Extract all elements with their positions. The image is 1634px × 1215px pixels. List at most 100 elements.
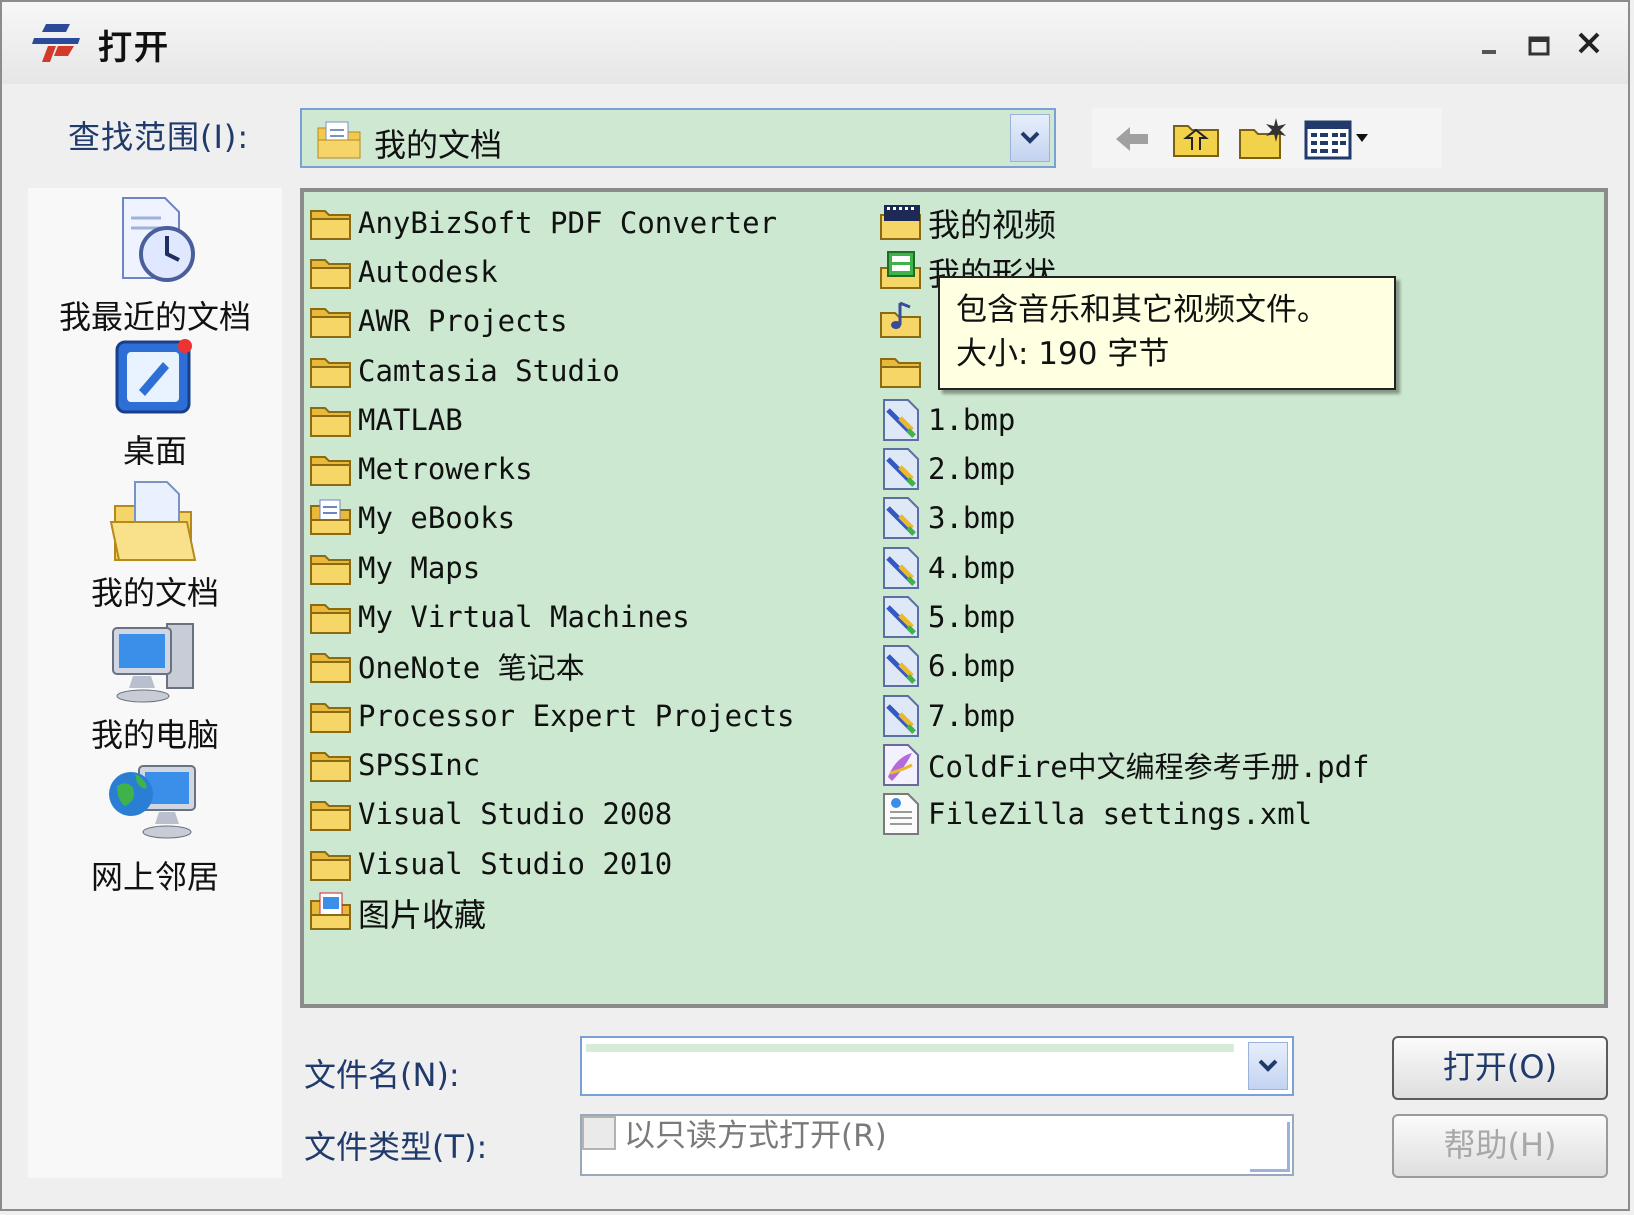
- file-list-item[interactable]: 2.bmp: [878, 444, 1578, 493]
- place-recent[interactable]: 我最近的文档: [28, 194, 282, 338]
- file-list-item[interactable]: Metrowerks: [308, 444, 868, 493]
- file-list-item[interactable]: Visual Studio 2008: [308, 790, 868, 839]
- file-list-item[interactable]: 我的视频: [878, 198, 1578, 247]
- file-name: 1.bmp: [928, 402, 1016, 437]
- recent-documents-icon: [122, 197, 195, 282]
- file-list-item[interactable]: 6.bmp: [878, 642, 1578, 691]
- minimize-button[interactable]: [1474, 28, 1508, 62]
- look-in-dropdown-button[interactable]: [1010, 114, 1050, 162]
- look-in-label: 查找范围(I):: [68, 118, 250, 156]
- place-my-computer[interactable]: 我的电脑: [28, 618, 282, 756]
- file-name: My Maps: [358, 550, 481, 585]
- navigation-toolbar: [1092, 108, 1442, 168]
- file-list-item[interactable]: OneNote 笔记本: [308, 642, 868, 691]
- file-list-item[interactable]: 图片收藏: [308, 888, 868, 937]
- new-folder-button[interactable]: [1236, 116, 1288, 162]
- place-my-computer-label: 我的电脑: [90, 716, 219, 754]
- file-list-item[interactable]: 3.bmp: [878, 494, 1578, 543]
- bmp-file-icon: [878, 398, 924, 442]
- look-in-value: 我的文档: [374, 126, 503, 164]
- file-list-item[interactable]: Visual Studio 2010: [308, 839, 868, 888]
- filename-combo[interactable]: [580, 1036, 1294, 1096]
- back-arrow-icon: [1116, 127, 1148, 151]
- filename-label: 文件名(N):: [304, 1056, 460, 1094]
- my-documents-icon: [109, 481, 197, 561]
- desktop-icon: [115, 339, 192, 414]
- window-title: 打开: [98, 28, 170, 68]
- readonly-label: 以只读方式打开(R): [624, 1118, 887, 1154]
- file-name: ColdFire中文编程参考手册.pdf: [928, 749, 1370, 784]
- file-name: Visual Studio 2008: [358, 797, 673, 832]
- file-list-item[interactable]: My eBooks: [308, 494, 868, 543]
- app-logo-icon: [28, 20, 84, 68]
- file-name: Autodesk: [358, 254, 498, 289]
- file-list-item[interactable]: Autodesk: [308, 247, 868, 296]
- close-button[interactable]: [1574, 28, 1608, 62]
- back-button[interactable]: [1106, 116, 1158, 162]
- pdf-file-icon: [878, 743, 924, 787]
- file-list-item[interactable]: ColdFire中文编程参考手册.pdf: [878, 740, 1578, 789]
- file-list-item[interactable]: 5.bmp: [878, 592, 1578, 641]
- file-name: Metrowerks: [358, 452, 533, 487]
- bmp-file-icon: [878, 546, 924, 590]
- file-list-item[interactable]: AnyBizSoft PDF Converter: [308, 198, 868, 247]
- folder-icon: [308, 299, 354, 343]
- bmp-file-icon: [878, 496, 924, 540]
- readonly-checkbox-row[interactable]: 以只读方式打开(R): [582, 1110, 887, 1155]
- shapes-folder-icon: [878, 250, 924, 294]
- place-my-documents[interactable]: 我的文档: [28, 476, 282, 614]
- pictures-folder-icon: [308, 891, 354, 935]
- file-name: 2.bmp: [928, 452, 1016, 487]
- place-network-label: 网上邻居: [90, 858, 219, 896]
- bmp-file-icon: [878, 447, 924, 491]
- file-name: 图片收藏: [358, 895, 487, 934]
- up-one-level-button[interactable]: [1170, 116, 1222, 162]
- file-name: Visual Studio 2010: [358, 846, 673, 881]
- file-list-item[interactable]: Camtasia Studio: [308, 346, 868, 395]
- file-name: OneNote 笔记本: [358, 651, 585, 686]
- file-name: AnyBizSoft PDF Converter: [358, 205, 778, 240]
- file-list-item[interactable]: My Virtual Machines: [308, 592, 868, 641]
- maximize-button[interactable]: [1524, 28, 1558, 62]
- file-name: FileZilla settings.xml: [928, 797, 1313, 832]
- places-bar: 我最近的文档 桌面 我的文档 我的电脑 网上邻居: [28, 188, 282, 1178]
- title-bar[interactable]: 打开: [2, 2, 1628, 84]
- view-menu-button[interactable]: [1302, 116, 1378, 162]
- up-folder-icon: [1173, 125, 1219, 157]
- folder-icon: [308, 644, 354, 688]
- file-list-item[interactable]: AWR Projects: [308, 297, 868, 346]
- file-name: My Virtual Machines: [358, 600, 690, 635]
- place-my-documents-label: 我的文档: [90, 574, 219, 612]
- file-column-1: AnyBizSoft PDF Converter Autodesk AWR Proj…: [308, 198, 868, 937]
- filetype-dropdown-edge[interactable]: [1250, 1122, 1290, 1172]
- bmp-file-icon: [878, 595, 924, 639]
- file-list-item[interactable]: Processor Expert Projects: [308, 691, 868, 740]
- file-list-item[interactable]: MATLAB: [308, 395, 868, 444]
- folder-icon: [308, 694, 354, 738]
- tooltip: 包含音乐和其它视频文件。 大小: 190 字节: [938, 276, 1396, 390]
- file-name: 6.bmp: [928, 649, 1016, 684]
- filename-dropdown-button[interactable]: [1248, 1042, 1288, 1090]
- folder-icon: [308, 546, 354, 590]
- file-list-item[interactable]: My Maps: [308, 543, 868, 592]
- file-name: SPSSInc: [358, 747, 481, 782]
- look-in-dropdown[interactable]: 我的文档: [300, 108, 1056, 168]
- bmp-file-icon: [878, 694, 924, 738]
- file-list-item[interactable]: 7.bmp: [878, 691, 1578, 740]
- folder-icon: [308, 250, 354, 294]
- folder-icon: [878, 349, 924, 393]
- folder-icon: [308, 842, 354, 886]
- ebook-folder-icon: [308, 496, 354, 540]
- place-network[interactable]: 网上邻居: [28, 760, 282, 898]
- music-folder-icon: [878, 299, 924, 343]
- file-list-item[interactable]: SPSSInc: [308, 740, 868, 789]
- file-list-item[interactable]: FileZilla settings.xml: [878, 790, 1578, 839]
- readonly-checkbox[interactable]: [582, 1115, 616, 1150]
- place-desktop-label: 桌面: [122, 432, 187, 470]
- file-list-item[interactable]: 4.bmp: [878, 543, 1578, 592]
- filename-input[interactable]: [586, 1044, 1234, 1088]
- open-button[interactable]: 打开(O): [1392, 1036, 1608, 1100]
- help-button[interactable]: 帮助(H): [1392, 1114, 1608, 1178]
- place-desktop[interactable]: 桌面: [28, 334, 282, 472]
- file-list-item[interactable]: 1.bmp: [878, 395, 1578, 444]
